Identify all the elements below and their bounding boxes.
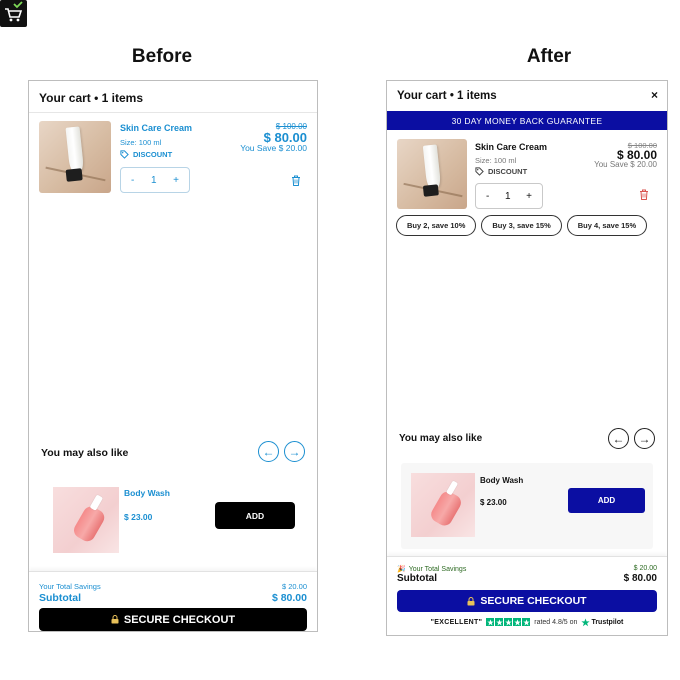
trust-rating: rated 4.8/5 on — [534, 618, 578, 626]
cart-footer: 🎉 Your Total Savings $ 20.00 Subtotal $ … — [387, 556, 667, 635]
body-wash-image[interactable] — [411, 473, 475, 537]
quantity-stepper: - 1 + — [120, 167, 190, 193]
you-save-text: You Save $ 20.00 — [594, 160, 657, 169]
add-button[interactable]: ADD — [215, 502, 295, 529]
skin-cream-image[interactable] — [39, 121, 111, 193]
subtotal-value: $ 80.00 — [271, 592, 307, 604]
trustpilot-star-icon — [581, 617, 591, 626]
cart-title: Your cart • 1 items — [29, 81, 317, 113]
party-popper-icon: 🎉 — [397, 566, 406, 573]
star-icon — [522, 618, 531, 626]
qty-minus-button[interactable]: - — [131, 175, 134, 186]
savings-value: $ 20.00 — [281, 582, 307, 591]
savings-label: Your Total Savings — [39, 582, 101, 591]
discount-badge: DISCOUNT — [475, 167, 527, 176]
add-button[interactable]: ADD — [568, 488, 645, 513]
rec-product-name[interactable]: Body Wash — [480, 476, 523, 485]
product-name[interactable]: Skin Care Cream — [120, 123, 192, 133]
carousel-prev-button[interactable]: ← — [608, 428, 629, 449]
tier-option[interactable]: Buy 3, save 15% — [481, 215, 562, 236]
you-save-text: You Save $ 20.00 — [240, 143, 307, 153]
lock-icon — [467, 596, 475, 605]
subtotal-label: Subtotal — [397, 573, 437, 584]
rec-product-name[interactable]: Body Wash — [124, 488, 170, 498]
cart-title: Your cart • 1 items — [397, 90, 497, 102]
recommendations-title: You may also like — [41, 447, 129, 459]
trash-icon[interactable] — [291, 175, 301, 186]
carousel-next-button[interactable]: → — [284, 441, 305, 462]
tag-icon — [120, 150, 129, 159]
savings-label-row: 🎉 Your Total Savings — [397, 565, 467, 574]
before-heading: Before — [131, 46, 193, 67]
after-heading: After — [526, 46, 572, 67]
star-icon — [486, 618, 495, 626]
carousel-next-button[interactable]: → — [634, 428, 655, 449]
tier-option[interactable]: Buy 2, save 10% — [396, 215, 477, 236]
trustpilot-logo: Trustpilot — [581, 617, 624, 627]
recommendations-title: You may also like — [399, 433, 483, 444]
skin-cream-image[interactable] — [397, 139, 467, 209]
volume-discount-tiers: Buy 2, save 10% Buy 3, save 15% Buy 4, s… — [396, 215, 667, 237]
qty-plus-button[interactable]: + — [526, 191, 532, 202]
checkout-label: SECURE CHECKOUT — [480, 595, 587, 607]
body-wash-image[interactable] — [53, 487, 119, 553]
cart-line-item: Skin Care Cream Size: 100 ml DISCOUNT - … — [397, 139, 657, 211]
rec-product-price: $ 23.00 — [480, 498, 507, 507]
cart-line-item: Skin Care Cream Size: 100 ml DISCOUNT - … — [39, 121, 307, 201]
qty-value[interactable]: 1 — [151, 175, 157, 186]
product-size: Size: 100 ml — [475, 156, 517, 165]
discount-label: DISCOUNT — [133, 150, 173, 159]
savings-value: $ 20.00 — [633, 565, 657, 572]
cart-footer: Your Total Savings $ 20.00 Subtotal $ 80… — [29, 571, 317, 631]
guarantee-banner: 30 DAY MONEY BACK GUARANTEE — [387, 111, 667, 130]
discount-badge: DISCOUNT — [120, 150, 172, 159]
star-icon — [504, 618, 513, 626]
close-icon[interactable]: × — [651, 89, 658, 101]
cart-header: Your cart • 1 items × — [387, 81, 667, 111]
rec-product-card: Body Wash $ 23.00 ADD — [401, 463, 653, 549]
tier-option[interactable]: Buy 4, save 15% — [566, 215, 648, 236]
qty-value[interactable]: 1 — [505, 191, 511, 202]
qty-minus-button[interactable]: - — [486, 191, 489, 202]
after-cart-screen: Your cart • 1 items × 30 DAY MONEY BACK … — [386, 80, 668, 636]
before-cart-screen: Your cart • 1 items Skin Care Cream Size… — [28, 80, 318, 632]
subtotal-label: Subtotal — [39, 592, 81, 604]
brand-logo — [0, 0, 27, 27]
star-icon — [513, 618, 522, 626]
lock-icon — [111, 615, 119, 624]
star-icon — [495, 618, 504, 626]
checkout-label: SECURE CHECKOUT — [123, 613, 236, 626]
carousel-prev-button[interactable]: ← — [258, 441, 279, 462]
secure-checkout-button[interactable]: SECURE CHECKOUT — [397, 590, 657, 612]
trustpilot-badge: "EXCELLENT" rated 4.8/5 on Trustpilot — [387, 616, 667, 628]
trash-icon[interactable] — [639, 189, 649, 200]
trustpilot-brand: Trustpilot — [591, 618, 624, 626]
secure-checkout-button[interactable]: SECURE CHECKOUT — [39, 608, 307, 631]
product-name[interactable]: Skin Care Cream — [475, 142, 547, 152]
rec-product-price: $ 23.00 — [124, 512, 153, 522]
product-size: Size: 100 ml — [120, 138, 162, 147]
subtotal-value: $ 80.00 — [623, 573, 657, 584]
qty-plus-button[interactable]: + — [173, 175, 179, 186]
trustpilot-stars — [486, 618, 531, 626]
quantity-stepper: - 1 + — [475, 183, 543, 209]
tag-icon — [475, 167, 484, 176]
savings-label: Your Total Savings — [408, 565, 467, 573]
trust-excellent: "EXCELLENT" — [430, 618, 483, 626]
discount-label: DISCOUNT — [488, 167, 528, 176]
